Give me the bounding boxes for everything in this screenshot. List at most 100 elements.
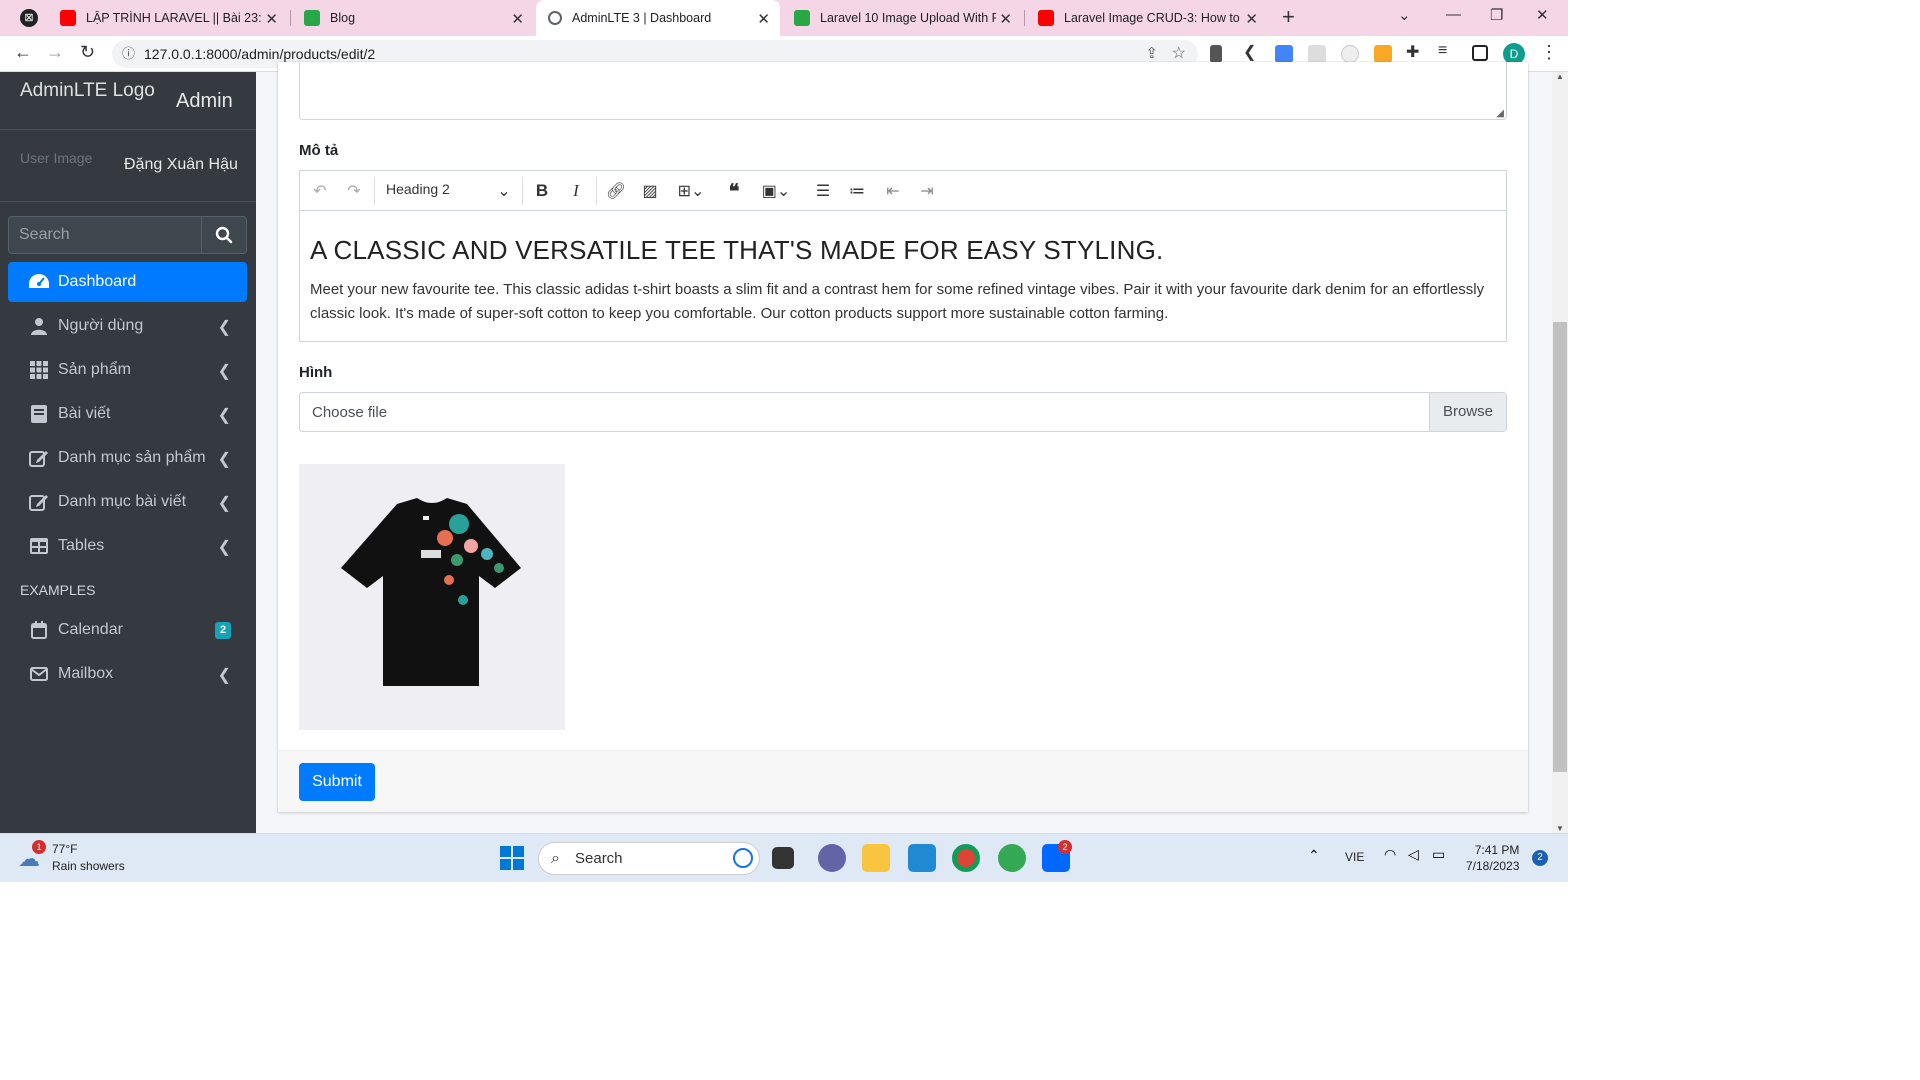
chrome-profile-icon[interactable] bbox=[998, 844, 1026, 872]
minimize-icon[interactable]: — bbox=[1446, 6, 1461, 23]
sidebar-item-users[interactable]: Người dùng ❮ bbox=[8, 306, 247, 346]
rich-text-editor[interactable]: ↶ ↷ Heading 2 ⌄ B I 🔗︎ ▨ ⊞⌄ ❝ ▣⌄ ☰ ≔ ⇤ ⇥ bbox=[299, 170, 1507, 342]
sidebar-item-product-categories[interactable]: Danh mục sản phẩm ❮ bbox=[8, 438, 247, 478]
indent-icon[interactable]: ⇥ bbox=[916, 181, 938, 201]
site-info-icon[interactable]: ⓘ bbox=[122, 40, 135, 68]
user-icon bbox=[28, 317, 50, 335]
chevron-down-icon[interactable]: ⌄ bbox=[496, 181, 512, 201]
file-input[interactable]: Choose file Browse bbox=[299, 392, 1507, 432]
close-window-icon[interactable]: ✕ bbox=[1536, 6, 1549, 24]
sidebar-search-input[interactable] bbox=[9, 217, 203, 253]
reload-icon[interactable]: ↻ bbox=[80, 42, 95, 63]
tray-chevron-up-icon[interactable]: ⌃ bbox=[1308, 847, 1320, 864]
menu-kebab-icon[interactable]: ⋮ bbox=[1540, 42, 1558, 63]
teams-chat-icon[interactable] bbox=[818, 844, 846, 872]
scrollbar-thumb[interactable] bbox=[1553, 322, 1567, 772]
clock-time: 7:41 PM bbox=[1474, 843, 1520, 857]
browser-tab-image-upload[interactable]: Laravel 10 Image Upload With Pr ✕ bbox=[782, 0, 1022, 36]
notification-badge[interactable]: 2 bbox=[1532, 850, 1548, 866]
sidebar-item-calendar[interactable]: Calendar 2 bbox=[8, 610, 247, 650]
sidebar-item-label: Danh mục bài viết bbox=[58, 493, 187, 510]
sidebar-item-tables[interactable]: Tables ❮ bbox=[8, 526, 247, 566]
sidebar-search-button[interactable] bbox=[201, 217, 246, 253]
table-insert-icon[interactable]: ⊞⌄ bbox=[674, 181, 708, 201]
italic-icon[interactable]: I bbox=[566, 181, 586, 201]
outdent-icon[interactable]: ⇤ bbox=[882, 181, 904, 201]
side-panel-icon[interactable] bbox=[1472, 45, 1488, 61]
browser-tab-youtube-crud[interactable]: Laravel Image CRUD-3: How to e ✕ bbox=[1026, 0, 1268, 36]
new-tab-button[interactable]: + bbox=[1282, 4, 1295, 30]
blockquote-icon[interactable]: ❝ bbox=[724, 181, 744, 203]
chrome-icon[interactable] bbox=[952, 844, 980, 872]
resize-handle-icon[interactable]: ◢ bbox=[1496, 108, 1504, 119]
sidebar-item-posts[interactable]: Bài viết ❮ bbox=[8, 394, 247, 434]
textarea-field[interactable]: ◢ bbox=[299, 62, 1507, 120]
file-explorer-icon[interactable] bbox=[862, 844, 890, 872]
task-view-icon[interactable] bbox=[772, 847, 794, 869]
volume-icon[interactable]: ◁ bbox=[1408, 846, 1419, 863]
tab-search-icon[interactable]: ⊠ bbox=[20, 9, 38, 27]
scroll-up-icon[interactable]: ▲ bbox=[1556, 72, 1564, 81]
submit-button[interactable]: Submit bbox=[299, 763, 375, 801]
puzzle-icon[interactable]: ✚ bbox=[1406, 42, 1419, 62]
editor-heading: A CLASSIC AND VERSATILE TEE THAT'S MADE … bbox=[310, 235, 1164, 265]
bing-icon[interactable] bbox=[733, 848, 753, 868]
restore-icon[interactable]: ❐ bbox=[1490, 6, 1503, 24]
close-tab-icon[interactable]: ✕ bbox=[265, 10, 278, 28]
browse-button[interactable]: Browse bbox=[1429, 393, 1506, 431]
sidebar-item-label: Dashboard bbox=[58, 273, 137, 290]
wifi-icon[interactable]: ◠ bbox=[1384, 846, 1396, 863]
clock[interactable]: 7:41 PM 7/18/2023 bbox=[1466, 842, 1519, 874]
image-icon[interactable]: ▨ bbox=[640, 181, 660, 201]
sidebar-item-post-categories[interactable]: Danh mục bài viết ❮ bbox=[8, 482, 247, 522]
taskbar-search[interactable]: ⌕ Search bbox=[538, 842, 760, 875]
vscode-icon[interactable] bbox=[908, 844, 936, 872]
chevron-left-icon: ❮ bbox=[217, 451, 231, 468]
close-tab-icon[interactable]: ✕ bbox=[757, 10, 770, 28]
media-queue-icon[interactable]: ≡ bbox=[1438, 42, 1447, 60]
brand-link[interactable]: AdminLTE Logo Admin bbox=[0, 72, 256, 130]
browser-tab-blog[interactable]: Blog ✕ bbox=[292, 0, 534, 36]
sidebar-item-dashboard[interactable]: Dashboard bbox=[8, 262, 247, 302]
media-embed-icon[interactable]: ▣⌄ bbox=[758, 181, 794, 201]
numbered-list-icon[interactable]: ≔ bbox=[846, 181, 868, 201]
windows-taskbar: ☁ 1 77°F Rain showers ⌕ Search 2 ⌃ VIE ◠… bbox=[0, 833, 1568, 882]
chevron-left-icon: ❮ bbox=[217, 319, 231, 336]
browser-tab-youtube-laravel[interactable]: LẬP TRÌNH LARAVEL || Bài 23: Pro ✕ bbox=[48, 0, 288, 36]
scroll-down-icon[interactable]: ▼ bbox=[1556, 824, 1564, 833]
close-tab-icon[interactable]: ✕ bbox=[1245, 10, 1258, 28]
sidebar-item-mailbox[interactable]: Mailbox ❮ bbox=[8, 654, 247, 694]
windows-start-icon[interactable] bbox=[498, 844, 526, 872]
translate-icon[interactable] bbox=[1275, 45, 1293, 63]
sidebar-item-label: Danh mục sản phẩm bbox=[58, 449, 206, 466]
tshirt-image bbox=[341, 498, 521, 686]
user-name-link[interactable]: Đặng Xuân Hậu bbox=[124, 156, 238, 174]
bold-icon[interactable]: B bbox=[532, 181, 552, 201]
close-tab-icon[interactable]: ✕ bbox=[511, 10, 524, 28]
book-icon bbox=[28, 405, 50, 423]
browser-tab-adminlte[interactable]: AdminLTE 3 | Dashboard ✕ bbox=[536, 0, 780, 36]
chevron-left-icon: ❮ bbox=[217, 539, 231, 556]
chevron-left-icon[interactable]: ❮ bbox=[1243, 42, 1256, 62]
heading-select[interactable]: Heading 2 bbox=[386, 181, 450, 197]
extension-icon[interactable] bbox=[1210, 45, 1222, 63]
card-footer: Submit bbox=[278, 750, 1528, 812]
sidebar-item-label: Calendar bbox=[58, 621, 123, 638]
forward-icon[interactable]: → bbox=[46, 42, 64, 63]
close-tab-icon[interactable]: ✕ bbox=[999, 10, 1012, 28]
page-scrollbar[interactable]: ▲ ▼ bbox=[1552, 72, 1568, 833]
sidebar-item-products[interactable]: Sản phẩm ❮ bbox=[8, 350, 247, 390]
link-icon[interactable]: 🔗︎ bbox=[606, 181, 626, 201]
battery-icon[interactable]: ▭ bbox=[1432, 846, 1445, 863]
redo-icon[interactable]: ↷ bbox=[344, 181, 364, 201]
back-icon[interactable]: ← bbox=[14, 42, 32, 63]
tab-list-chevron-icon[interactable]: ⌄ bbox=[1398, 6, 1411, 24]
nav-header-examples: EXAMPLES bbox=[20, 582, 96, 598]
bulleted-list-icon[interactable]: ☰ bbox=[812, 181, 834, 201]
extension-icon[interactable] bbox=[1374, 45, 1392, 63]
extension-icon[interactable] bbox=[1308, 45, 1326, 63]
extension-icon[interactable] bbox=[1341, 45, 1359, 63]
language-indicator[interactable]: VIE bbox=[1345, 850, 1364, 864]
undo-icon[interactable]: ↶ bbox=[310, 181, 330, 201]
editor-content[interactable]: A CLASSIC AND VERSATILE TEE THAT'S MADE … bbox=[310, 235, 1490, 326]
